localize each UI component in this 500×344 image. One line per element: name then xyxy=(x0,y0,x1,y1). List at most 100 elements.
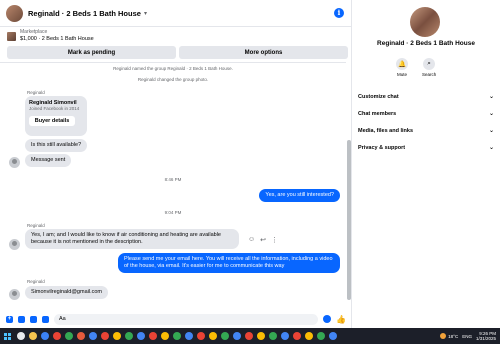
system-message: Reginald named the group Reginald · 2 Be… xyxy=(113,66,233,71)
outgoing-message[interactable]: Yes, are you still interested? xyxy=(259,189,340,202)
mute-label: Mute xyxy=(396,72,407,77)
temperature: 18°C xyxy=(448,333,459,339)
app-icon[interactable] xyxy=(41,332,49,340)
reply-icon[interactable]: ↩ xyxy=(260,236,266,244)
profile-card: Reginald Simonvil Joined Facebook in 201… xyxy=(25,96,87,136)
taskbar-apps xyxy=(17,332,337,340)
info-actions: 🔔 Mute ⌕ Search xyxy=(396,58,436,77)
app-icon[interactable] xyxy=(149,332,157,340)
section-chat-members[interactable]: Chat members ⌄ xyxy=(357,105,494,122)
chevron-down-icon: ⌄ xyxy=(488,94,494,100)
app-icon[interactable] xyxy=(233,332,241,340)
bell-icon[interactable]: 🔔 xyxy=(396,58,408,70)
chevron-down-icon: ⌄ xyxy=(488,111,494,117)
sticker-icon[interactable] xyxy=(30,315,37,323)
sun-icon xyxy=(440,333,447,339)
message-input[interactable]: Aa xyxy=(54,313,319,325)
app-icon[interactable] xyxy=(137,332,145,340)
mark-pending-button[interactable]: Mark as pending xyxy=(7,46,176,59)
info-pane: Reginald · 2 Beds 1 Bath House 🔔 Mute ⌕ … xyxy=(352,0,500,328)
card-subtitle: Joined Facebook in 2014 xyxy=(29,106,80,111)
app-icon[interactable] xyxy=(245,332,253,340)
clock-date: 1/31/2025 xyxy=(475,336,496,341)
scrollbar-thumb[interactable] xyxy=(347,140,351,300)
app-icon[interactable] xyxy=(329,332,337,340)
app-icon[interactable] xyxy=(305,332,313,340)
avatar[interactable] xyxy=(9,239,20,250)
mute-button[interactable]: 🔔 Mute xyxy=(396,58,408,77)
buyer-details-button[interactable]: Buyer details xyxy=(29,116,75,126)
more-options-button[interactable]: More options xyxy=(179,46,348,59)
system-message: Reginald changed the group photo. xyxy=(137,77,209,82)
section-media-files-links[interactable]: Media, files and links ⌄ xyxy=(357,122,494,139)
avatar[interactable] xyxy=(9,289,20,300)
sender-name: Reginald xyxy=(27,279,45,284)
section-label: Customize chat xyxy=(358,93,399,100)
group-photo[interactable] xyxy=(410,7,440,37)
sender-name: Reginald xyxy=(27,223,45,228)
timestamp: 8:46 PM xyxy=(164,177,182,182)
chevron-down-icon: ⌄ xyxy=(488,128,494,134)
chevron-down-icon[interactable]: ▾ xyxy=(144,10,147,17)
section-customize-chat[interactable]: Customize chat ⌄ xyxy=(357,88,494,105)
app-icon[interactable] xyxy=(17,332,25,340)
chat-header: Reginald · 2 Beds 1 Bath House ▾ i xyxy=(0,0,352,27)
gif-icon[interactable] xyxy=(42,315,49,323)
app-icon[interactable] xyxy=(209,332,217,340)
section-privacy-support[interactable]: Privacy & support ⌄ xyxy=(357,139,494,156)
clock[interactable]: 9:26 PM 1/31/2025 xyxy=(476,331,496,341)
app-icon[interactable] xyxy=(269,332,277,340)
app-icon[interactable] xyxy=(125,332,133,340)
app-icon[interactable] xyxy=(161,332,169,340)
listing-source: Marketplace xyxy=(20,29,48,35)
info-icon[interactable]: i xyxy=(334,8,344,18)
app-icon[interactable] xyxy=(293,332,301,340)
info-sections: Customize chat ⌄ Chat members ⌄ Media, fil… xyxy=(357,88,494,156)
search-label: Search xyxy=(422,72,437,77)
plus-icon[interactable]: + xyxy=(6,315,13,323)
chat-pane: Reginald · 2 Beds 1 Bath House ▾ i Marke… xyxy=(0,0,352,328)
app-icon[interactable] xyxy=(185,332,193,340)
incoming-message[interactable]: Is this still available? xyxy=(25,139,88,152)
language-indicator[interactable]: ENG xyxy=(462,334,472,339)
app-icon[interactable] xyxy=(317,332,325,340)
weather-widget[interactable]: 18°C xyxy=(440,333,458,339)
windows-start-icon[interactable] xyxy=(4,332,11,340)
group-avatar[interactable] xyxy=(6,4,23,22)
app-icon[interactable] xyxy=(77,332,85,340)
emoji-icon[interactable] xyxy=(323,315,332,323)
avatar[interactable] xyxy=(9,157,20,168)
app-icon[interactable] xyxy=(173,332,181,340)
app-icon[interactable] xyxy=(29,332,37,340)
outgoing-message[interactable]: Please send me your email here. You will… xyxy=(118,253,340,273)
app-icon[interactable] xyxy=(65,332,73,340)
app-icon[interactable] xyxy=(101,332,109,340)
incoming-message[interactable]: Yes, I am; and I would like to know if a… xyxy=(25,229,239,249)
section-label: Media, files and links xyxy=(358,127,414,134)
more-icon[interactable]: ⋮ xyxy=(271,236,278,244)
marketplace-listing[interactable]: Marketplace $1,000 · 2 Beds 1 Bath House xyxy=(0,27,352,45)
search-button[interactable]: ⌕ Search xyxy=(422,58,436,77)
message-list: Reginald named the group Reginald · 2 Be… xyxy=(0,62,346,310)
chat-title-text[interactable]: Reginald · 2 Beds 1 Bath House xyxy=(28,9,141,18)
app-icon[interactable] xyxy=(281,332,289,340)
chat-title[interactable]: Reginald · 2 Beds 1 Bath House ▾ xyxy=(28,9,147,18)
search-icon[interactable]: ⌕ xyxy=(423,58,436,70)
app-icon[interactable] xyxy=(53,332,61,340)
message-actions: ☺ ↩ ⋮ xyxy=(248,236,278,244)
app-icon[interactable] xyxy=(257,332,265,340)
image-icon[interactable] xyxy=(18,315,25,323)
listing-title: $1,000 · 2 Beds 1 Bath House xyxy=(20,36,94,42)
timestamp: 9:04 PM xyxy=(164,210,182,215)
app-icon[interactable] xyxy=(221,332,229,340)
emoji-react-icon[interactable]: ☺ xyxy=(248,236,255,244)
app-icon[interactable] xyxy=(113,332,121,340)
incoming-message[interactable]: Message sent xyxy=(25,154,72,167)
app-icon[interactable] xyxy=(89,332,97,340)
thumbs-up-icon[interactable]: 👍 xyxy=(336,315,346,324)
section-label: Privacy & support xyxy=(358,144,406,151)
app-icon[interactable] xyxy=(197,332,205,340)
listing-actions: Mark as pending More options xyxy=(7,46,348,59)
sender-name: Reginald xyxy=(27,90,45,95)
incoming-message[interactable]: Simonvilreginald@gmail.com xyxy=(25,286,108,299)
